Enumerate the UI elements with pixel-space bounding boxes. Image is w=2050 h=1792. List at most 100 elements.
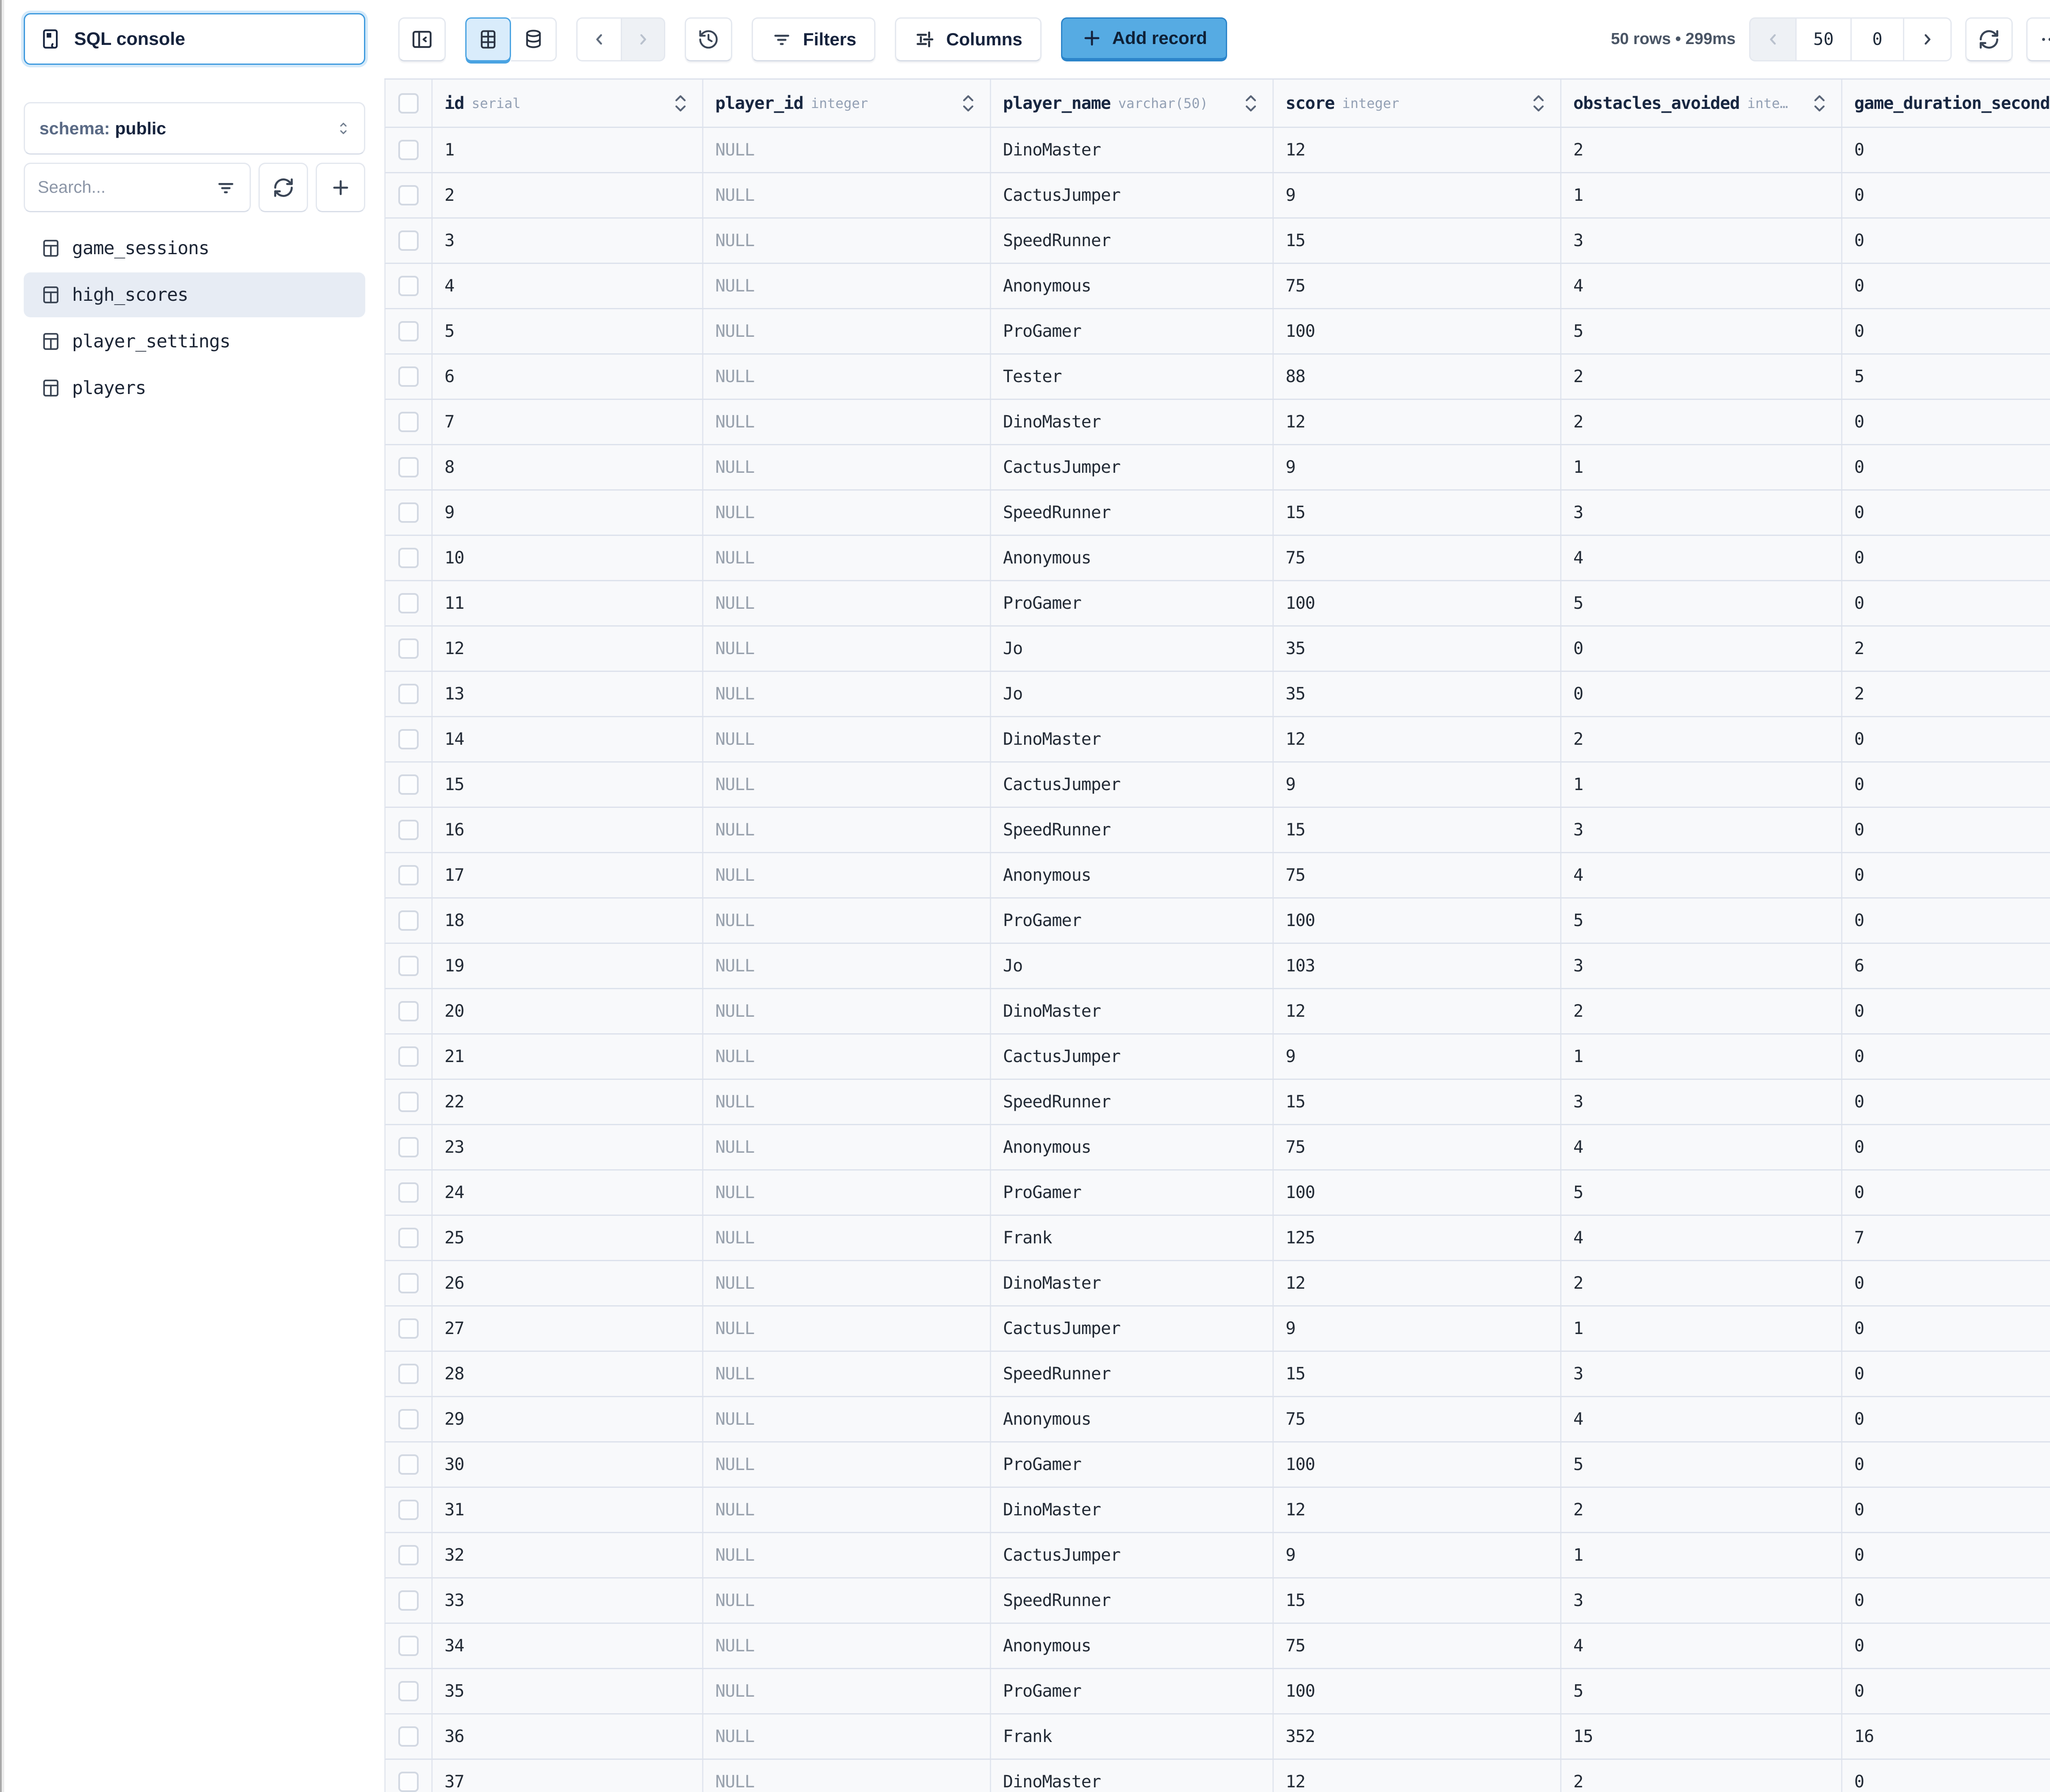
cell-id[interactable]: 10 bbox=[433, 536, 703, 580]
cell-player_name[interactable]: CactusJumper bbox=[991, 1533, 1274, 1577]
nav-back-button[interactable] bbox=[576, 17, 621, 61]
row-checkbox[interactable] bbox=[398, 729, 419, 749]
cell-game_duration_seconds[interactable]: 0 bbox=[1842, 445, 2050, 489]
sidebar-item-high_scores[interactable]: high_scores bbox=[24, 272, 365, 317]
cell-score[interactable]: 100 bbox=[1274, 1669, 1561, 1713]
cell-game_duration_seconds[interactable]: 0 bbox=[1842, 1171, 2050, 1215]
row-checkbox[interactable] bbox=[398, 1137, 419, 1157]
cell-score[interactable]: 100 bbox=[1274, 1442, 1561, 1487]
cell-score[interactable]: 15 bbox=[1274, 808, 1561, 852]
cell-game_duration_seconds[interactable]: 0 bbox=[1842, 1397, 2050, 1441]
cell-player_name[interactable]: SpeedRunner bbox=[991, 219, 1274, 263]
cell-obstacles_avoided[interactable]: 4 bbox=[1561, 1125, 1842, 1169]
add-record-button[interactable]: Add record bbox=[1061, 17, 1227, 61]
page-offset-input[interactable] bbox=[1852, 30, 1903, 49]
cell-player_name[interactable]: SpeedRunner bbox=[991, 1080, 1274, 1124]
cell-id[interactable]: 14 bbox=[433, 717, 703, 761]
cell-player_name[interactable]: CactusJumper bbox=[991, 173, 1274, 217]
cell-player_id[interactable]: NULL bbox=[703, 672, 991, 716]
cell-id[interactable]: 36 bbox=[433, 1714, 703, 1759]
row-checkbox[interactable] bbox=[398, 276, 419, 296]
row-checkbox[interactable] bbox=[398, 1364, 419, 1384]
cell-id[interactable]: 16 bbox=[433, 808, 703, 852]
cell-obstacles_avoided[interactable]: 1 bbox=[1561, 445, 1842, 489]
filters-button[interactable]: Filters bbox=[752, 17, 875, 61]
cell-player_id[interactable]: NULL bbox=[703, 899, 991, 943]
cell-score[interactable]: 75 bbox=[1274, 264, 1561, 308]
collapse-sidebar-button[interactable] bbox=[398, 17, 446, 61]
cell-score[interactable]: 75 bbox=[1274, 536, 1561, 580]
cell-player_id[interactable]: NULL bbox=[703, 1397, 991, 1441]
sort-icon[interactable] bbox=[673, 91, 688, 116]
search-input[interactable] bbox=[38, 178, 208, 197]
cell-score[interactable]: 15 bbox=[1274, 219, 1561, 263]
cell-game_duration_seconds[interactable]: 0 bbox=[1842, 763, 2050, 807]
cell-score[interactable]: 12 bbox=[1274, 1261, 1561, 1305]
cell-obstacles_avoided[interactable]: 3 bbox=[1561, 219, 1842, 263]
query-history-button[interactable] bbox=[685, 17, 732, 61]
cell-player_id[interactable]: NULL bbox=[703, 1307, 991, 1351]
cell-player_id[interactable]: NULL bbox=[703, 1533, 991, 1577]
cell-player_id[interactable]: NULL bbox=[703, 173, 991, 217]
cell-player_id[interactable]: NULL bbox=[703, 1080, 991, 1124]
cell-game_duration_seconds[interactable]: 5 bbox=[1842, 355, 2050, 399]
row-checkbox[interactable] bbox=[398, 1636, 419, 1656]
cell-id[interactable]: 2 bbox=[433, 173, 703, 217]
row-checkbox[interactable] bbox=[398, 1409, 419, 1429]
cell-id[interactable]: 9 bbox=[433, 491, 703, 535]
cell-score[interactable]: 75 bbox=[1274, 1125, 1561, 1169]
cell-player_name[interactable]: CactusJumper bbox=[991, 1307, 1274, 1351]
row-checkbox[interactable] bbox=[398, 548, 419, 568]
cell-game_duration_seconds[interactable]: 0 bbox=[1842, 1125, 2050, 1169]
cell-obstacles_avoided[interactable]: 3 bbox=[1561, 491, 1842, 535]
cell-obstacles_avoided[interactable]: 2 bbox=[1561, 717, 1842, 761]
cell-obstacles_avoided[interactable]: 1 bbox=[1561, 173, 1842, 217]
row-checkbox[interactable] bbox=[398, 140, 419, 160]
column-header-obstacles_avoided[interactable]: obstacles_avoided inte… bbox=[1561, 80, 1842, 127]
cell-player_name[interactable]: ProGamer bbox=[991, 581, 1274, 625]
cell-player_id[interactable]: NULL bbox=[703, 1760, 991, 1792]
cell-obstacles_avoided[interactable]: 2 bbox=[1561, 128, 1842, 172]
cell-player_name[interactable]: Anonymous bbox=[991, 853, 1274, 897]
cell-score[interactable]: 12 bbox=[1274, 717, 1561, 761]
cell-score[interactable]: 12 bbox=[1274, 128, 1561, 172]
sidebar-item-game_sessions[interactable]: game_sessions bbox=[24, 226, 365, 271]
cell-score[interactable]: 9 bbox=[1274, 1035, 1561, 1079]
row-checkbox[interactable] bbox=[398, 366, 419, 387]
cell-obstacles_avoided[interactable]: 1 bbox=[1561, 763, 1842, 807]
cell-player_id[interactable]: NULL bbox=[703, 989, 991, 1033]
row-checkbox[interactable] bbox=[398, 1726, 419, 1747]
cell-obstacles_avoided[interactable]: 0 bbox=[1561, 672, 1842, 716]
row-checkbox[interactable] bbox=[398, 956, 419, 976]
cell-player_name[interactable]: DinoMaster bbox=[991, 1760, 1274, 1792]
cell-id[interactable]: 25 bbox=[433, 1216, 703, 1260]
cell-id[interactable]: 33 bbox=[433, 1578, 703, 1623]
cell-id[interactable]: 1 bbox=[433, 128, 703, 172]
cell-game_duration_seconds[interactable]: 0 bbox=[1842, 1488, 2050, 1532]
cell-score[interactable]: 9 bbox=[1274, 1307, 1561, 1351]
cell-game_duration_seconds[interactable]: 7 bbox=[1842, 1216, 2050, 1260]
cell-player_id[interactable]: NULL bbox=[703, 1035, 991, 1079]
cell-player_id[interactable]: NULL bbox=[703, 1216, 991, 1260]
row-checkbox[interactable] bbox=[398, 1182, 419, 1203]
row-checkbox[interactable] bbox=[398, 412, 419, 432]
cell-player_name[interactable]: SpeedRunner bbox=[991, 1578, 1274, 1623]
cell-score[interactable]: 75 bbox=[1274, 853, 1561, 897]
cell-id[interactable]: 26 bbox=[433, 1261, 703, 1305]
cell-game_duration_seconds[interactable]: 0 bbox=[1842, 899, 2050, 943]
cell-player_id[interactable]: NULL bbox=[703, 1125, 991, 1169]
cell-player_id[interactable]: NULL bbox=[703, 491, 991, 535]
row-checkbox[interactable] bbox=[398, 1545, 419, 1565]
row-checkbox[interactable] bbox=[398, 684, 419, 704]
row-checkbox[interactable] bbox=[398, 910, 419, 931]
cell-obstacles_avoided[interactable]: 1 bbox=[1561, 1307, 1842, 1351]
cell-game_duration_seconds[interactable]: 0 bbox=[1842, 1533, 2050, 1577]
cell-player_id[interactable]: NULL bbox=[703, 400, 991, 444]
cell-score[interactable]: 125 bbox=[1274, 1216, 1561, 1260]
cell-player_name[interactable]: Anonymous bbox=[991, 1125, 1274, 1169]
cell-obstacles_avoided[interactable]: 4 bbox=[1561, 536, 1842, 580]
cell-game_duration_seconds[interactable]: 0 bbox=[1842, 1307, 2050, 1351]
sort-icon[interactable] bbox=[961, 91, 975, 116]
cell-player_id[interactable]: NULL bbox=[703, 627, 991, 671]
cell-player_name[interactable]: CactusJumper bbox=[991, 763, 1274, 807]
